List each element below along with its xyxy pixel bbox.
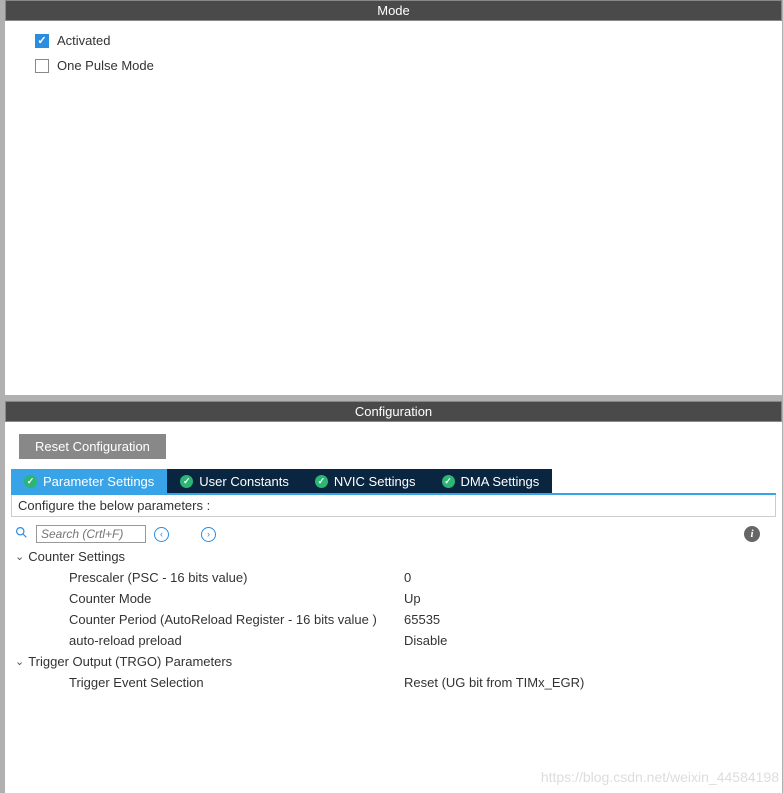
- info-icon[interactable]: i: [744, 526, 760, 542]
- param-row[interactable]: Counter Period (AutoReload Register - 16…: [69, 612, 772, 627]
- prev-button[interactable]: ‹: [154, 527, 169, 542]
- search-row: ‹ › i: [15, 525, 776, 543]
- activated-row: ✓ Activated: [35, 33, 782, 48]
- configuration-header: Configuration: [5, 401, 782, 422]
- one-pulse-row: One Pulse Mode: [35, 58, 782, 73]
- configure-hint: Configure the below parameters :: [11, 495, 776, 517]
- param-label: Trigger Event Selection: [69, 675, 404, 690]
- param-label: auto-reload preload: [69, 633, 404, 648]
- group-title: Counter Settings: [28, 549, 125, 564]
- tab-label: NVIC Settings: [334, 474, 416, 489]
- tab-label: User Constants: [199, 474, 289, 489]
- mode-header-label: Mode: [377, 3, 410, 18]
- group-trgo-parameters[interactable]: ⌄ Trigger Output (TRGO) Parameters: [15, 654, 772, 669]
- param-value: 65535: [404, 612, 440, 627]
- tab-nvic-settings[interactable]: ✓ NVIC Settings: [302, 469, 429, 493]
- activated-checkbox[interactable]: ✓: [35, 34, 49, 48]
- param-value: Reset (UG bit from TIMx_EGR): [404, 675, 584, 690]
- next-button[interactable]: ›: [201, 527, 216, 542]
- mode-panel: ✓ Activated One Pulse Mode: [5, 21, 782, 401]
- param-value: Disable: [404, 633, 447, 648]
- tab-parameter-settings[interactable]: ✓ Parameter Settings: [11, 469, 167, 493]
- search-icon: [15, 526, 28, 542]
- reset-configuration-button[interactable]: Reset Configuration: [19, 434, 166, 459]
- search-input[interactable]: [36, 525, 146, 543]
- tab-label: Parameter Settings: [43, 474, 154, 489]
- param-label: Prescaler (PSC - 16 bits value): [69, 570, 404, 585]
- param-value: Up: [404, 591, 421, 606]
- group-trgo-items: Trigger Event Selection Reset (UG bit fr…: [69, 675, 772, 690]
- tab-user-constants[interactable]: ✓ User Constants: [167, 469, 302, 493]
- param-row[interactable]: Trigger Event Selection Reset (UG bit fr…: [69, 675, 772, 690]
- check-icon: ✓: [442, 475, 455, 488]
- param-label: Counter Mode: [69, 591, 404, 606]
- chevron-down-icon: ⌄: [15, 550, 24, 563]
- param-row[interactable]: auto-reload preload Disable: [69, 633, 772, 648]
- param-label: Counter Period (AutoReload Register - 16…: [69, 612, 404, 627]
- tabs: ✓ Parameter Settings ✓ User Constants ✓ …: [11, 469, 776, 495]
- activated-label: Activated: [57, 33, 110, 48]
- group-counter-settings[interactable]: ⌄ Counter Settings: [15, 549, 772, 564]
- group-title: Trigger Output (TRGO) Parameters: [28, 654, 232, 669]
- param-row[interactable]: Counter Mode Up: [69, 591, 772, 606]
- parameter-tree: ⌄ Counter Settings Prescaler (PSC - 16 b…: [15, 549, 772, 690]
- one-pulse-checkbox[interactable]: [35, 59, 49, 73]
- one-pulse-label: One Pulse Mode: [57, 58, 154, 73]
- tab-label: DMA Settings: [461, 474, 540, 489]
- check-icon: ✓: [315, 475, 328, 488]
- param-row[interactable]: Prescaler (PSC - 16 bits value) 0: [69, 570, 772, 585]
- configuration-header-label: Configuration: [355, 404, 432, 419]
- check-icon: ✓: [180, 475, 193, 488]
- group-counter-settings-items: Prescaler (PSC - 16 bits value) 0 Counte…: [69, 570, 772, 648]
- watermark: https://blog.csdn.net/weixin_44584198: [541, 769, 779, 785]
- configuration-panel: Reset Configuration ✓ Parameter Settings…: [5, 422, 782, 690]
- mode-header: Mode: [5, 0, 782, 21]
- check-icon: ✓: [24, 475, 37, 488]
- tab-dma-settings[interactable]: ✓ DMA Settings: [429, 469, 553, 493]
- param-value: 0: [404, 570, 411, 585]
- chevron-down-icon: ⌄: [15, 655, 24, 668]
